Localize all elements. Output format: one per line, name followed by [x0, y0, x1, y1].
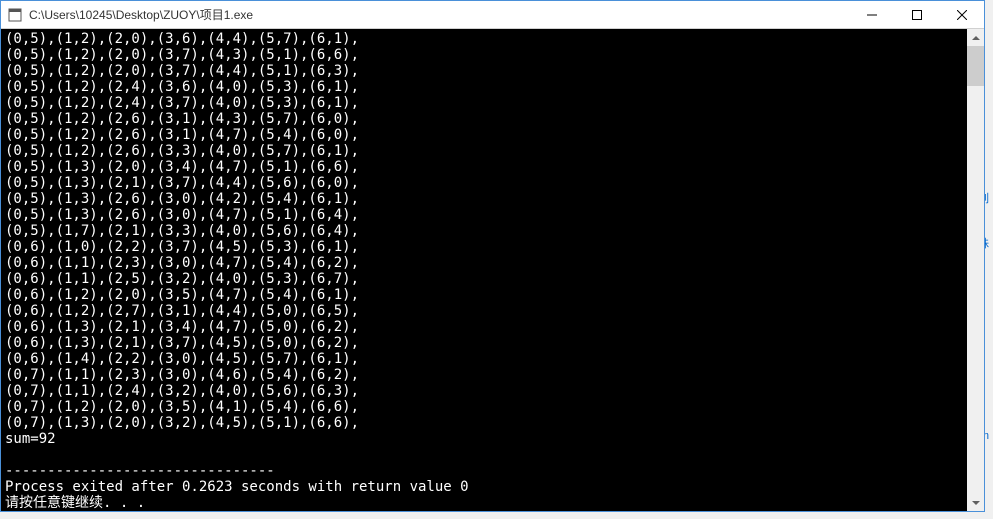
scroll-down-button[interactable]	[967, 494, 984, 511]
close-icon	[957, 10, 967, 20]
window-title: C:\Users\10245\Desktop\ZUOY\项目1.exe	[29, 6, 849, 23]
console-window: C:\Users\10245\Desktop\ZUOY\项目1.exe (0,5…	[0, 0, 985, 512]
window-controls	[849, 1, 984, 28]
maximize-button[interactable]	[894, 1, 939, 29]
minimize-icon	[867, 10, 877, 20]
console-output[interactable]: (0,5),(1,2),(2,0),(3,6),(4,4),(5,7),(6,1…	[1, 29, 967, 511]
chevron-up-icon	[972, 34, 980, 42]
scroll-thumb[interactable]	[967, 46, 984, 86]
minimize-button[interactable]	[849, 1, 894, 29]
vertical-scrollbar[interactable]	[967, 29, 984, 511]
scroll-up-button[interactable]	[967, 29, 984, 46]
scroll-track[interactable]	[967, 46, 984, 494]
maximize-icon	[912, 10, 922, 20]
close-button[interactable]	[939, 1, 984, 29]
chevron-down-icon	[972, 499, 980, 507]
titlebar[interactable]: C:\Users\10245\Desktop\ZUOY\项目1.exe	[1, 1, 984, 29]
app-icon	[7, 7, 23, 23]
console-area: (0,5),(1,2),(2,0),(3,6),(4,4),(5,7),(6,1…	[1, 29, 984, 511]
